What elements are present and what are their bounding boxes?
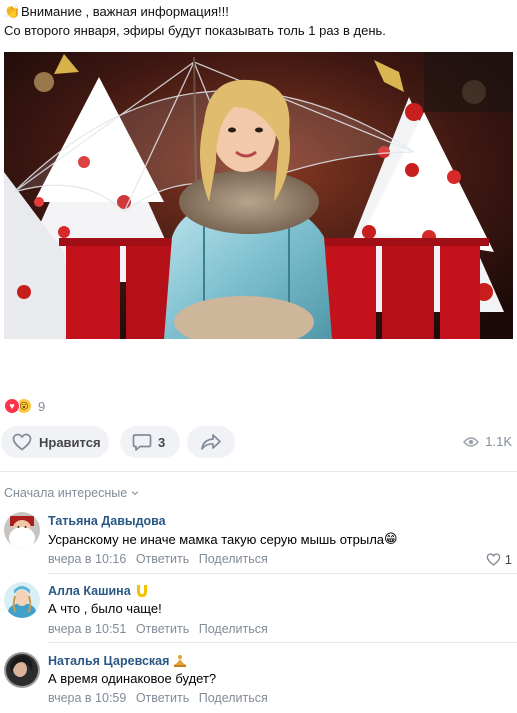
share-arrow-icon xyxy=(201,434,221,450)
divider xyxy=(48,573,517,574)
divider xyxy=(0,471,517,472)
comment-author[interactable]: Алла Кашина xyxy=(48,584,149,598)
comment-button[interactable]: 3 xyxy=(120,426,180,458)
meditation-badge-icon xyxy=(174,655,187,667)
comments-sort-dropdown[interactable]: Сначала интересные xyxy=(4,486,139,500)
comment-time[interactable]: вчера в 10:51 xyxy=(48,622,126,636)
chevron-down-icon xyxy=(131,491,139,496)
post-text: 👏 Внимание , важная информация!!! Со вто… xyxy=(4,2,514,40)
share-link[interactable]: Поделиться xyxy=(199,552,268,566)
comment-author-name: Наталья Царевская xyxy=(48,654,170,668)
comment-author[interactable]: Наталья Царевская xyxy=(48,654,187,668)
reactions-summary[interactable]: ♥ 😮 9 xyxy=(4,397,45,415)
video-frame xyxy=(4,52,513,339)
comment-author-name: Алла Кашина xyxy=(48,584,131,598)
comment-like-count: 1 xyxy=(504,552,512,567)
heart-reaction-icon: ♥ xyxy=(4,398,20,414)
heart-outline-icon xyxy=(12,433,32,451)
clapping-hands-icon: 👏 xyxy=(4,3,21,19)
share-button[interactable] xyxy=(187,426,235,458)
views-count: 1.1K xyxy=(485,434,512,449)
divider xyxy=(48,642,517,643)
post-line-1: 👏 Внимание , важная информация!!! xyxy=(4,2,514,21)
grinning-emoji-icon: 😁 xyxy=(384,531,398,546)
comment-meta: вчера в 10:16 Ответить Поделиться xyxy=(48,552,268,566)
reply-link[interactable]: Ответить xyxy=(136,691,189,705)
comment-like-button[interactable]: 1 xyxy=(486,552,512,567)
light xyxy=(34,72,54,92)
comment-item: Наталья Царевская А время одинаковое буд… xyxy=(0,648,517,710)
comment-author[interactable]: Татьяна Давыдова xyxy=(48,514,166,528)
comment-time[interactable]: вчера в 10:59 xyxy=(48,691,126,705)
comment-meta: вчера в 10:59 Ответить Поделиться xyxy=(48,691,268,705)
snow-maiden-avatar-image xyxy=(4,582,40,618)
reply-link[interactable]: Ответить xyxy=(136,552,189,566)
woman-avatar-image xyxy=(4,652,40,688)
share-link[interactable]: Поделиться xyxy=(199,622,268,636)
avatar[interactable] xyxy=(4,652,40,688)
post-line-2: Со второго января, эфиры будут показыват… xyxy=(4,23,386,38)
magnet-badge-icon xyxy=(136,585,147,597)
reply-link[interactable]: Ответить xyxy=(136,622,189,636)
like-button-label: Нравится xyxy=(39,434,101,450)
comment-text: Усранскому не иначе мамка такую серую мы… xyxy=(48,531,398,547)
sort-label: Сначала интересные xyxy=(4,486,128,500)
comment-item: Татьяна Давыдова Усранскому не иначе мам… xyxy=(0,508,517,570)
comment-icon xyxy=(132,434,152,451)
comment-time[interactable]: вчера в 10:16 xyxy=(48,552,126,566)
share-link[interactable]: Поделиться xyxy=(199,691,268,705)
comment-text: А время одинаковое будет? xyxy=(48,671,217,686)
post-actions: Нравится 3 1.1K xyxy=(0,426,517,460)
heart-outline-icon xyxy=(486,553,501,566)
comment-count: 3 xyxy=(158,434,166,450)
like-button[interactable]: Нравится xyxy=(1,426,109,458)
comment-meta: вчера в 10:51 Ответить Поделиться xyxy=(48,622,268,636)
comment-item: Алла Кашина А что , было чаще! вчера в 1… xyxy=(0,578,517,640)
views-counter: 1.1K xyxy=(463,434,512,449)
comment-text-body: Усранскому не иначе мамка такую серую мы… xyxy=(48,531,385,547)
reactions-count: 9 xyxy=(38,398,46,414)
post-title: Внимание , важная информация!!! xyxy=(21,4,229,19)
video-player[interactable] xyxy=(4,52,513,339)
comment-text: А что , было чаще! xyxy=(48,601,162,616)
avatar[interactable] xyxy=(4,512,40,548)
eye-icon xyxy=(463,436,480,447)
santa-avatar-image xyxy=(4,512,40,548)
avatar[interactable] xyxy=(4,582,40,618)
